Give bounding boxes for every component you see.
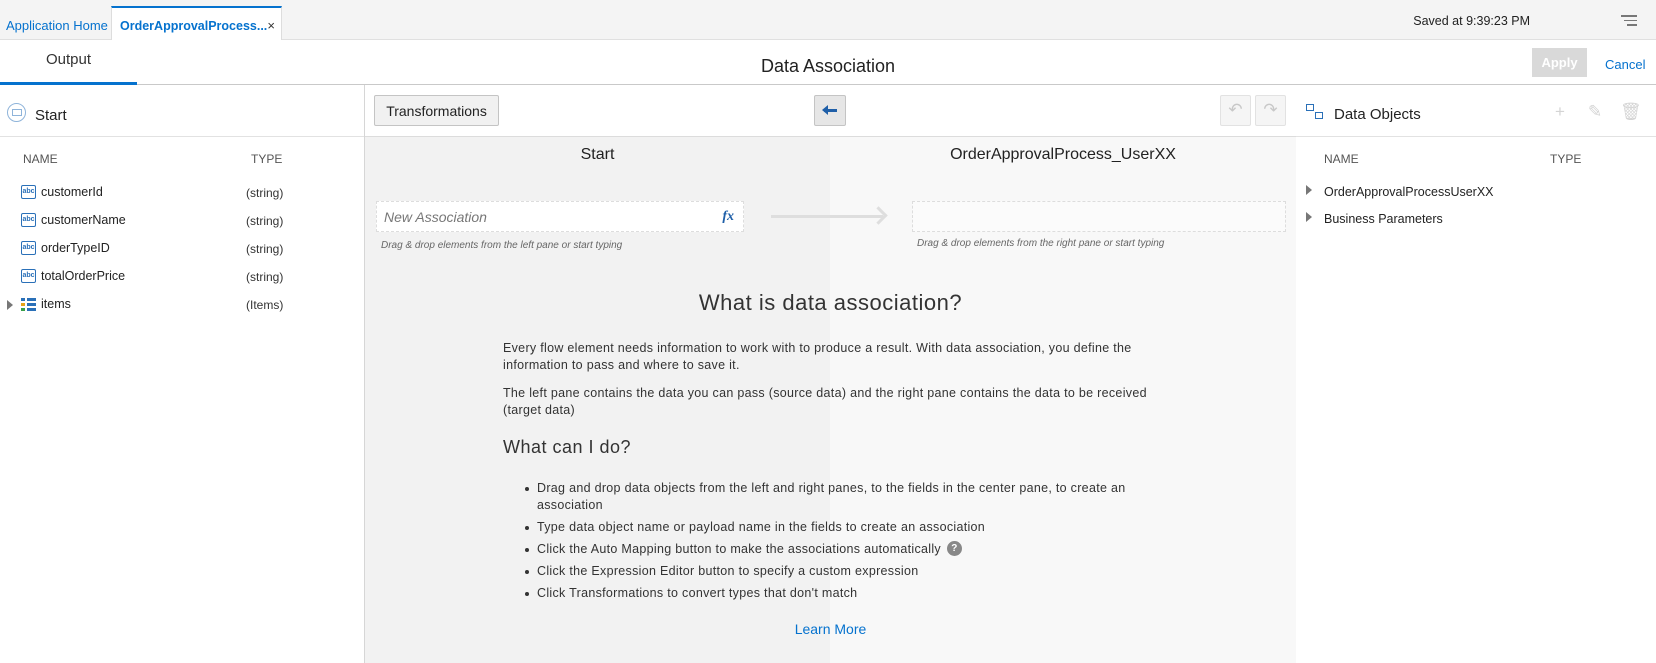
help-icon[interactable]: ? bbox=[946, 541, 962, 556]
string-type-icon: abc bbox=[21, 213, 36, 227]
column-header-type: TYPE bbox=[1550, 152, 1582, 166]
field-name: customerId bbox=[41, 185, 103, 199]
expand-arrow-icon[interactable] bbox=[1306, 185, 1312, 195]
field-type: (string) bbox=[246, 186, 284, 200]
data-objects-header: Data Objects + ✎ 🗑 bbox=[1296, 85, 1656, 137]
list-type-icon bbox=[21, 298, 36, 312]
new-association-input[interactable]: New Association fx bbox=[376, 201, 744, 232]
tab-output[interactable]: Output bbox=[0, 40, 137, 85]
help-list: Drag and drop data objects from the left… bbox=[523, 480, 1163, 607]
field-name: orderTypeID bbox=[41, 241, 110, 255]
list-item: Click Transformations to convert types t… bbox=[523, 585, 1163, 602]
string-type-icon: abc bbox=[21, 269, 36, 283]
tree-row-orderTypeID[interactable]: abc orderTypeID (string) bbox=[0, 236, 364, 264]
tab-label: OrderApprovalProcess... bbox=[120, 19, 268, 33]
field-name: totalOrderPrice bbox=[41, 269, 126, 283]
column-header-type: TYPE bbox=[251, 152, 283, 166]
apply-button[interactable]: Apply bbox=[1532, 48, 1587, 77]
expand-arrow-icon[interactable] bbox=[1306, 212, 1312, 222]
source-pane-header: Start bbox=[0, 85, 364, 137]
source-column-title: Start bbox=[580, 146, 615, 163]
target-column-title: OrderApprovalProcess_UserXX bbox=[950, 146, 1176, 163]
expression-editor-icon[interactable]: fx bbox=[722, 209, 734, 225]
header-row: Output Data Association Apply Cancel bbox=[0, 40, 1656, 85]
list-item: Type data object name or payload name in… bbox=[523, 519, 1163, 536]
edit-icon[interactable]: ✎ bbox=[1586, 103, 1604, 121]
column-header-name: NAME bbox=[1324, 152, 1359, 166]
undo-icon[interactable]: ↶ bbox=[1220, 95, 1251, 126]
help-title: What is data association? bbox=[698, 290, 963, 315]
close-icon[interactable]: × bbox=[267, 18, 275, 33]
help-paragraph: Every flow element needs information to … bbox=[503, 341, 1132, 372]
list-item: Click the Expression Editor button to sp… bbox=[523, 563, 1163, 580]
help-paragraph: The left pane contains the data you can … bbox=[503, 386, 1147, 417]
association-pane: Transformations ↶ ↷ Start OrderApprovalP… bbox=[365, 85, 1296, 663]
tree-row-customerId[interactable]: abc customerId (string) bbox=[0, 180, 364, 208]
target-hint: Drag & drop elements from the right pane… bbox=[917, 238, 1165, 249]
add-icon[interactable]: + bbox=[1551, 103, 1569, 121]
tree-row-order-approval-process[interactable]: OrderApprovalProcessUserXX bbox=[1324, 185, 1494, 199]
source-hint: Drag & drop elements from the left pane … bbox=[381, 240, 623, 251]
tab-order-approval-process[interactable]: OrderApprovalProcess... × bbox=[111, 6, 282, 41]
redo-icon[interactable]: ↷ bbox=[1255, 95, 1286, 126]
list-item: Drag and drop data objects from the left… bbox=[523, 480, 1163, 514]
cancel-button[interactable]: Cancel bbox=[1605, 57, 1645, 72]
data-objects-title: Data Objects bbox=[1334, 106, 1421, 123]
field-type: (string) bbox=[246, 214, 284, 228]
field-type: (string) bbox=[246, 270, 284, 284]
field-type: (string) bbox=[246, 242, 284, 256]
tab-application-home[interactable]: Application Home bbox=[0, 10, 114, 40]
source-pane-title: Start bbox=[35, 107, 67, 124]
new-association-placeholder: New Association bbox=[384, 209, 487, 225]
saved-status: Saved at 9:39:23 PM bbox=[1413, 14, 1530, 28]
string-type-icon: abc bbox=[21, 185, 36, 199]
tree-row-totalOrderPrice[interactable]: abc totalOrderPrice (string) bbox=[0, 264, 364, 292]
field-type: (Items) bbox=[246, 298, 284, 312]
expand-arrow-icon[interactable] bbox=[7, 300, 13, 310]
page-title: Data Association bbox=[760, 56, 896, 76]
source-pane: Start NAME TYPE abc customerId (string) … bbox=[0, 85, 365, 663]
tree-row-customerName[interactable]: abc customerName (string) bbox=[0, 208, 364, 236]
learn-more-link[interactable]: Learn More bbox=[365, 621, 1296, 637]
field-name: items bbox=[41, 297, 71, 311]
list-item: Click the Auto Mapping button to make th… bbox=[523, 541, 1163, 558]
tree-row-business-parameters[interactable]: Business Parameters bbox=[1324, 212, 1443, 226]
column-header-name: NAME bbox=[23, 152, 58, 166]
delete-icon[interactable]: 🗑 bbox=[1620, 103, 1642, 121]
help-subtitle: What can I do? bbox=[503, 437, 632, 457]
auto-mapping-icon[interactable] bbox=[814, 95, 846, 126]
menu-icon[interactable] bbox=[1621, 15, 1637, 27]
data-objects-pane: Data Objects + ✎ 🗑 NAME TYPE OrderApprov… bbox=[1296, 85, 1656, 663]
association-arrow-icon bbox=[771, 215, 883, 218]
data-objects-icon bbox=[1306, 104, 1324, 120]
target-association-input[interactable] bbox=[912, 201, 1286, 232]
association-toolbar: Transformations ↶ ↷ bbox=[365, 85, 1296, 137]
tree-row-items[interactable]: items (Items) bbox=[0, 292, 364, 320]
transformations-button[interactable]: Transformations bbox=[374, 95, 499, 126]
field-name: customerName bbox=[41, 213, 126, 227]
string-type-icon: abc bbox=[21, 241, 36, 255]
start-event-icon bbox=[7, 103, 26, 122]
top-tab-bar: Application Home OrderApprovalProcess...… bbox=[0, 0, 1656, 41]
